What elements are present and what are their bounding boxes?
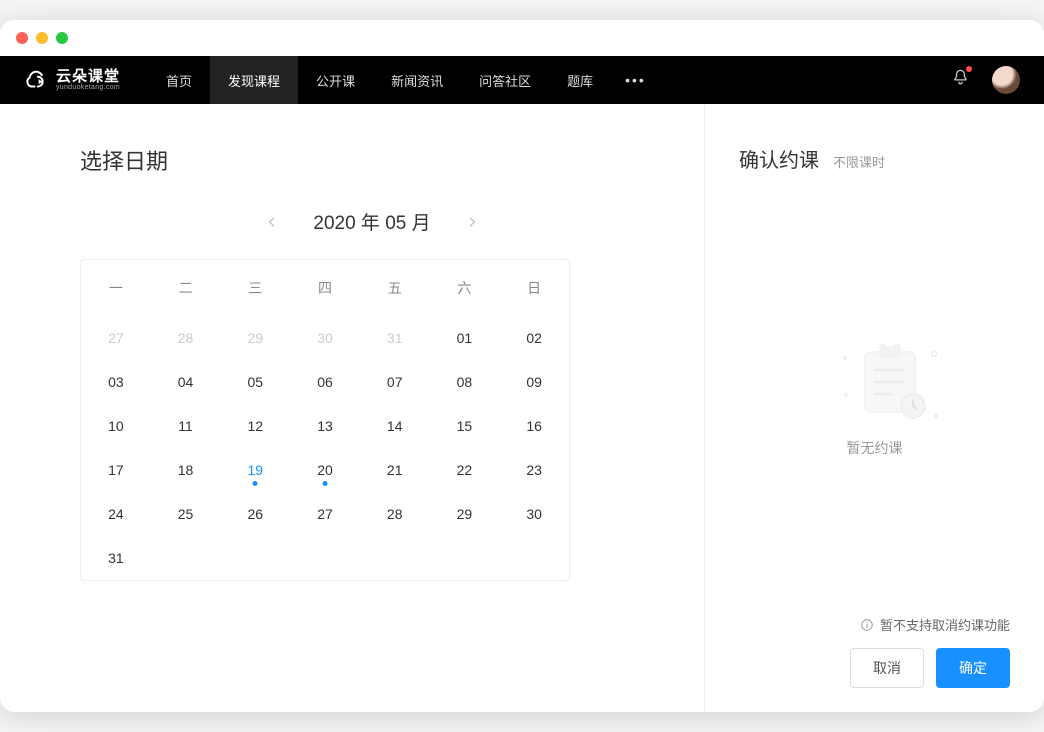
calendar-day[interactable]: 06	[290, 360, 360, 404]
calendar-day[interactable]: 31	[81, 536, 151, 580]
maximize-icon[interactable]	[56, 32, 68, 44]
content: 选择日期 2020 年 05 月 一二三四五六日 272829303101020…	[0, 104, 1044, 712]
weekday-header: 三	[220, 260, 290, 316]
calendar-day[interactable]: 29	[220, 316, 290, 360]
calendar-day[interactable]: 13	[290, 404, 360, 448]
calendar-day[interactable]: 12	[220, 404, 290, 448]
close-icon[interactable]	[16, 32, 28, 44]
confirm-panel: 确认约课 不限课时	[704, 104, 1044, 712]
empty-text: 暂无约课	[847, 438, 903, 458]
calendar-day[interactable]: 05	[220, 360, 290, 404]
calendar-day[interactable]: 24	[81, 492, 151, 536]
calendar-day[interactable]: 11	[151, 404, 221, 448]
chevron-right-icon	[465, 215, 479, 229]
calendar-day[interactable]: 17	[81, 448, 151, 492]
calendar-day[interactable]: 30	[499, 492, 569, 536]
calendar-day[interactable]: 25	[151, 492, 221, 536]
calendar-day[interactable]: 29	[430, 492, 500, 536]
logo-icon	[24, 67, 50, 93]
calendar-day[interactable]: 21	[360, 448, 430, 492]
button-row: 取消 确定	[739, 648, 1010, 688]
calendar-day[interactable]: 23	[499, 448, 569, 492]
calendar-day[interactable]: 08	[430, 360, 500, 404]
calendar-day[interactable]: 01	[430, 316, 500, 360]
next-month-button[interactable]	[461, 211, 483, 233]
empty-state: 暂无约课	[739, 183, 1010, 615]
weekday-header: 日	[499, 260, 569, 316]
calendar-day[interactable]: 28	[360, 492, 430, 536]
calendar-day[interactable]: 26	[220, 492, 290, 536]
calendar: 一二三四五六日 27282930310102030405060708091011…	[80, 259, 570, 581]
calendar-day[interactable]: 27	[81, 316, 151, 360]
clipboard-clock-icon	[835, 340, 915, 420]
month-selector: 2020 年 05 月	[80, 208, 664, 235]
month-label: 2020 年 05 月	[313, 208, 430, 235]
nav-more[interactable]: •••	[611, 72, 660, 88]
calendar-day[interactable]: 04	[151, 360, 221, 404]
notifications-button[interactable]	[951, 68, 970, 92]
calendar-day[interactable]: 30	[290, 316, 360, 360]
date-panel: 选择日期 2020 年 05 月 一二三四五六日 272829303101020…	[0, 104, 704, 712]
nav-item-1[interactable]: 发现课程	[210, 56, 298, 104]
avatar[interactable]	[992, 66, 1020, 94]
app-window: 云朵课堂 yunduoketang.com 首页发现课程公开课新闻资讯问答社区题…	[0, 20, 1044, 712]
logo[interactable]: 云朵课堂 yunduoketang.com	[24, 67, 120, 93]
weekday-header: 五	[360, 260, 430, 316]
weekday-header: 六	[430, 260, 500, 316]
nav-item-3[interactable]: 新闻资讯	[373, 56, 461, 104]
calendar-day[interactable]: 14	[360, 404, 430, 448]
confirm-header: 确认约课 不限课时	[739, 144, 1010, 173]
nav-item-0[interactable]: 首页	[148, 56, 210, 104]
calendar-header: 一二三四五六日	[81, 260, 569, 316]
calendar-day[interactable]: 28	[151, 316, 221, 360]
calendar-day[interactable]: 20	[290, 448, 360, 492]
nav-item-5[interactable]: 题库	[549, 56, 611, 104]
note-row: 暂不支持取消约课功能	[739, 615, 1010, 634]
top-nav: 云朵课堂 yunduoketang.com 首页发现课程公开课新闻资讯问答社区题…	[0, 56, 1044, 104]
confirm-title: 确认约课	[739, 144, 819, 173]
date-section-title: 选择日期	[80, 144, 664, 176]
calendar-day[interactable]: 10	[81, 404, 151, 448]
confirm-subtitle: 不限课时	[833, 152, 885, 171]
chevron-left-icon	[265, 215, 279, 229]
calendar-day[interactable]: 02	[499, 316, 569, 360]
weekday-header: 四	[290, 260, 360, 316]
window-controls	[0, 20, 1044, 56]
cancel-button[interactable]: 取消	[850, 648, 924, 688]
calendar-day[interactable]: 09	[499, 360, 569, 404]
calendar-day[interactable]: 15	[430, 404, 500, 448]
calendar-day[interactable]: 22	[430, 448, 500, 492]
calendar-day[interactable]: 18	[151, 448, 221, 492]
logo-subtext: yunduoketang.com	[56, 84, 120, 91]
calendar-day[interactable]: 19	[220, 448, 290, 492]
nav-item-2[interactable]: 公开课	[298, 56, 373, 104]
note-text: 暂不支持取消约课功能	[880, 615, 1010, 634]
prev-month-button[interactable]	[261, 211, 283, 233]
nav-items: 首页发现课程公开课新闻资讯问答社区题库	[148, 56, 611, 104]
nav-item-4[interactable]: 问答社区	[461, 56, 549, 104]
calendar-day[interactable]: 03	[81, 360, 151, 404]
weekday-header: 一	[81, 260, 151, 316]
calendar-day[interactable]: 16	[499, 404, 569, 448]
calendar-body: 2728293031010203040506070809101112131415…	[81, 316, 569, 580]
calendar-day[interactable]: 07	[360, 360, 430, 404]
info-icon	[860, 618, 874, 632]
weekday-header: 二	[151, 260, 221, 316]
confirm-button[interactable]: 确定	[936, 648, 1010, 688]
calendar-day[interactable]: 27	[290, 492, 360, 536]
nav-right	[951, 66, 1020, 94]
minimize-icon[interactable]	[36, 32, 48, 44]
notification-dot	[966, 66, 972, 72]
calendar-day[interactable]: 31	[360, 316, 430, 360]
logo-text: 云朵课堂	[56, 69, 120, 84]
